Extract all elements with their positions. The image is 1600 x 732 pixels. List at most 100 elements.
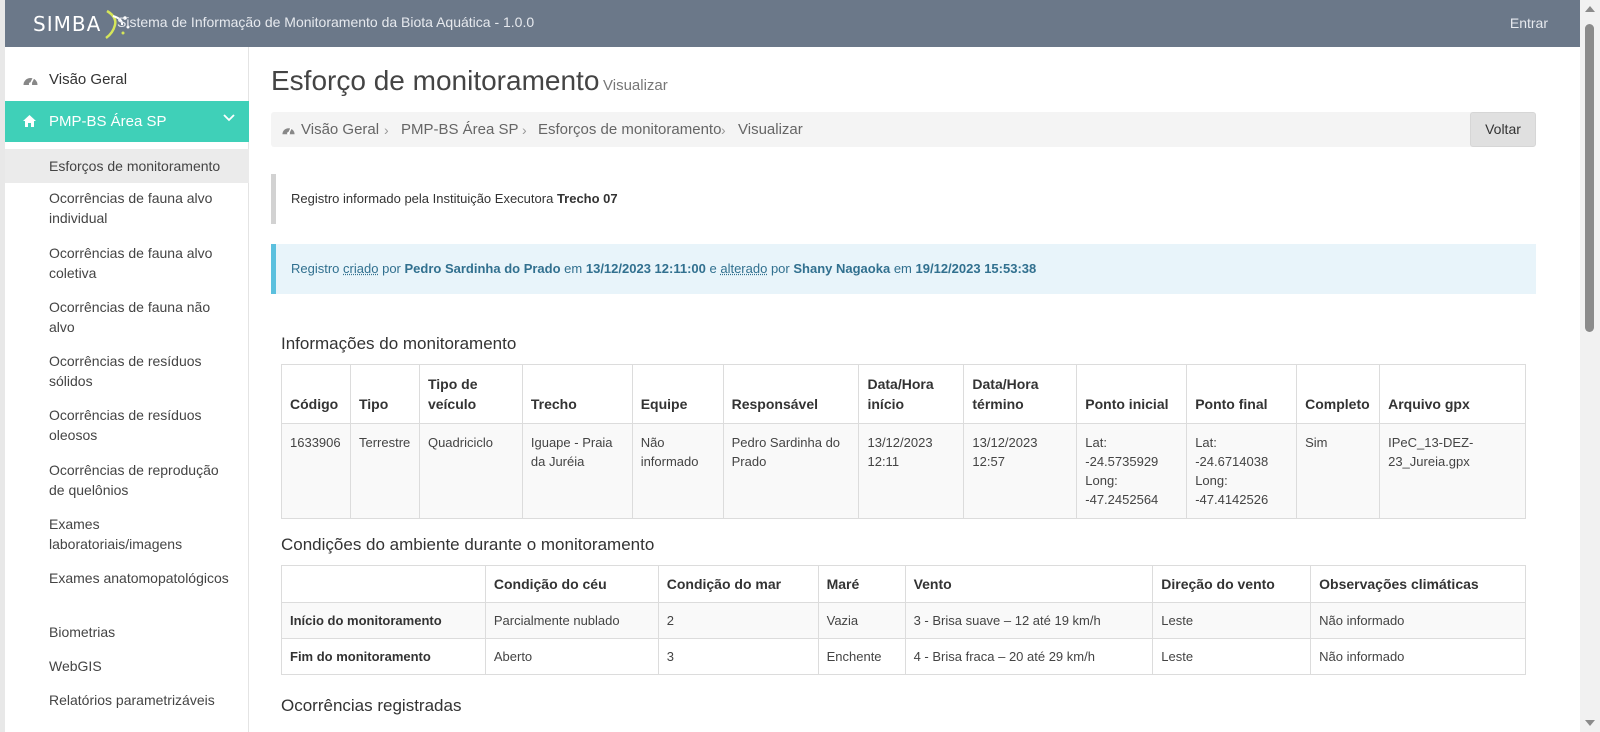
sidebar-subitem-residuos-oleosos[interactable]: Ocorrências de resíduos oleosos bbox=[5, 405, 249, 445]
audit-on1: em bbox=[564, 261, 583, 276]
sidebar-subitem-label: WebGIS bbox=[49, 658, 102, 674]
breadcrumb-overview[interactable]: Visão Geral bbox=[301, 121, 379, 138]
cell-ponto-inicial: Lat: -24.5735929 Long: -47.2452564 bbox=[1076, 423, 1188, 519]
row-header: Início do monitoramento bbox=[281, 602, 486, 639]
sidebar-item-pmp-bs-area-sp[interactable]: PMP-BS Área SP bbox=[5, 101, 262, 142]
chevron-down-icon bbox=[223, 114, 235, 122]
table-cell: Parcialmente nublado bbox=[484, 602, 659, 639]
table-cell: Não informado bbox=[1310, 602, 1526, 639]
table-cell: 3 bbox=[657, 638, 819, 675]
breadcrumb-separator-icon: › bbox=[522, 122, 527, 138]
lat-value: -24.6714038 bbox=[1195, 454, 1269, 469]
breadcrumb-esforcos[interactable]: Esforços de monitoramento bbox=[538, 121, 721, 138]
breadcrumb-separator-icon: › bbox=[384, 122, 389, 138]
institution-value: Trecho 07 bbox=[556, 191, 618, 206]
scroll-down-arrow-icon[interactable] bbox=[1585, 720, 1595, 726]
column-header: Código bbox=[281, 364, 351, 424]
cell-equipe: Não informado bbox=[631, 423, 724, 519]
sidebar-subitem-label: Ocorrências de fauna alvo individual bbox=[49, 190, 213, 226]
sidebar: Visão Geral PMP-BS Área SP Esforços de m… bbox=[5, 47, 262, 732]
breadcrumb: Visão Geral › PMP-BS Área SP › Esforços … bbox=[271, 112, 1531, 147]
column-header: Arquivo gpx bbox=[1379, 364, 1526, 424]
sidebar-subitem-biometrias[interactable]: Biometrias bbox=[5, 622, 249, 642]
lat-value: -24.5735929 bbox=[1085, 454, 1159, 469]
sidebar-item-label: Visão Geral bbox=[49, 71, 128, 88]
sidebar-subitem-label: Biometrias bbox=[49, 624, 116, 640]
sidebar-subitem-label: Ocorrências de reprodução de quelônios bbox=[49, 462, 219, 498]
sidebar-subitem-residuos-solidos[interactable]: Ocorrências de resíduos sólidos bbox=[5, 351, 249, 391]
column-header: Data/Hora início bbox=[858, 364, 965, 424]
sidebar-subitem-label: Ocorrências de fauna alvo coletiva bbox=[49, 245, 213, 281]
breadcrumb-current: Visualizar bbox=[738, 121, 803, 138]
monitoring-table: Código Tipo Tipo de veículo Trecho Equip… bbox=[281, 364, 1526, 519]
audit-by2: por bbox=[770, 261, 790, 276]
sidebar-subitem-fauna-nao-alvo[interactable]: Ocorrências de fauna não alvo bbox=[5, 297, 249, 337]
vertical-scrollbar[interactable] bbox=[1580, 0, 1600, 732]
audit-on2: em bbox=[893, 261, 912, 276]
sidebar-subitem-exames-laboratoriais[interactable]: Exames laboratoriais/imagens bbox=[5, 514, 249, 554]
column-header bbox=[281, 565, 486, 603]
top-navbar: SIMBA Sistema de Informação de Monitoram… bbox=[5, 0, 1580, 47]
audit-and: e bbox=[709, 261, 717, 276]
table-header-row: Código Tipo Tipo de veículo Trecho Equip… bbox=[281, 364, 1526, 424]
app-title: Sistema de Informação de Monitoramento d… bbox=[117, 14, 535, 30]
cell-tipo: Terrestre bbox=[349, 423, 420, 519]
cell-completo: Sim bbox=[1296, 423, 1381, 519]
column-header: Tipo bbox=[349, 364, 420, 424]
sidebar-item-overview[interactable]: Visão Geral bbox=[5, 61, 249, 99]
sidebar-subitem-label: Esforços de monitoramento bbox=[49, 158, 221, 174]
sidebar-subitem-relatorios[interactable]: Relatórios parametrizáveis bbox=[5, 690, 249, 710]
institution-notice: Registro informado pela Instituição Exec… bbox=[271, 174, 1536, 224]
cell-termino: 13/12/2023 12:57 bbox=[963, 423, 1078, 519]
lat-label: Lat: bbox=[1195, 435, 1217, 450]
long-value: -47.4142526 bbox=[1195, 492, 1269, 507]
scrollbar-thumb[interactable] bbox=[1585, 24, 1594, 332]
sidebar-subitem-exames-anatomopatologicos[interactable]: Exames anatomopatológicos bbox=[5, 568, 249, 588]
sidebar-subitem-label: Ocorrências de fauna não alvo bbox=[49, 299, 211, 335]
sidebar-subitem-fauna-alvo-individual[interactable]: Ocorrências de fauna alvo individual bbox=[5, 188, 249, 228]
sidebar-subitem-webgis[interactable]: WebGIS bbox=[5, 656, 249, 676]
table-row: Fim do monitoramento Aberto 3 Enchente 4… bbox=[281, 638, 1526, 675]
sidebar-subitem-label: Exames laboratoriais/imagens bbox=[49, 516, 183, 552]
long-label: Long: bbox=[1195, 473, 1228, 488]
login-link[interactable]: Entrar bbox=[1510, 15, 1548, 31]
sidebar-subitem-label: Exames anatomopatológicos bbox=[49, 570, 229, 586]
table-cell: Leste bbox=[1152, 602, 1312, 639]
table-cell: Aberto bbox=[484, 638, 659, 675]
environment-heading: Condições do ambiente durante o monitora… bbox=[281, 535, 655, 554]
column-header: Direção do vento bbox=[1152, 565, 1312, 603]
audit-prefix: Registro bbox=[291, 261, 340, 276]
table-cell: Leste bbox=[1152, 638, 1312, 675]
created-at: 13/12/2023 12:11:00 bbox=[585, 261, 706, 276]
breadcrumb-pmp-bs[interactable]: PMP-BS Área SP bbox=[401, 121, 519, 138]
cell-ponto-final: Lat: -24.6714038 Long: -47.4142526 bbox=[1186, 423, 1298, 519]
dashboard-icon bbox=[282, 127, 295, 135]
long-value: -47.2452564 bbox=[1085, 492, 1159, 507]
sidebar-subitem-reproducao-quelonios[interactable]: Ocorrências de reprodução de quelônios bbox=[5, 460, 249, 500]
back-button[interactable]: Voltar bbox=[1470, 112, 1536, 147]
cell-gpx: IPeC_13-DEZ-23_Jureia.gpx bbox=[1379, 423, 1526, 519]
sidebar-subitem-label: Ocorrências de resíduos oleosos bbox=[49, 407, 202, 443]
scroll-up-arrow-icon[interactable] bbox=[1585, 6, 1595, 12]
column-header: Condição do mar bbox=[657, 565, 819, 603]
column-header: Completo bbox=[1296, 364, 1381, 424]
table-row: 1633906 Terrestre Quadriciclo Iguape - P… bbox=[281, 423, 1526, 519]
audit-by1: por bbox=[382, 261, 401, 276]
column-header: Vento bbox=[904, 565, 1154, 603]
page-subtitle: Visualizar bbox=[603, 77, 668, 94]
home-icon bbox=[23, 115, 36, 127]
breadcrumb-separator-icon: › bbox=[721, 122, 726, 138]
main-content: Esforço de monitoramento Visualizar Visã… bbox=[249, 47, 1580, 732]
column-header: Maré bbox=[817, 565, 906, 603]
column-header: Responsável bbox=[722, 364, 860, 424]
cell-responsavel: Pedro Sardinha do Prado bbox=[722, 423, 860, 519]
column-header: Trecho bbox=[521, 364, 633, 424]
sidebar-subitem-fauna-alvo-coletiva[interactable]: Ocorrências de fauna alvo coletiva bbox=[5, 243, 249, 283]
cell-veiculo: Quadriciclo bbox=[418, 423, 523, 519]
editor-name: Shany Nagaoka bbox=[793, 261, 891, 276]
row-header: Fim do monitoramento bbox=[281, 638, 486, 675]
table-header-row: Condição do céu Condição do mar Maré Ven… bbox=[281, 565, 1526, 603]
monitoring-heading: Informações do monitoramento bbox=[281, 334, 517, 353]
column-header: Ponto final bbox=[1186, 364, 1298, 424]
sidebar-subitem-esforcos[interactable]: Esforços de monitoramento bbox=[5, 149, 249, 183]
